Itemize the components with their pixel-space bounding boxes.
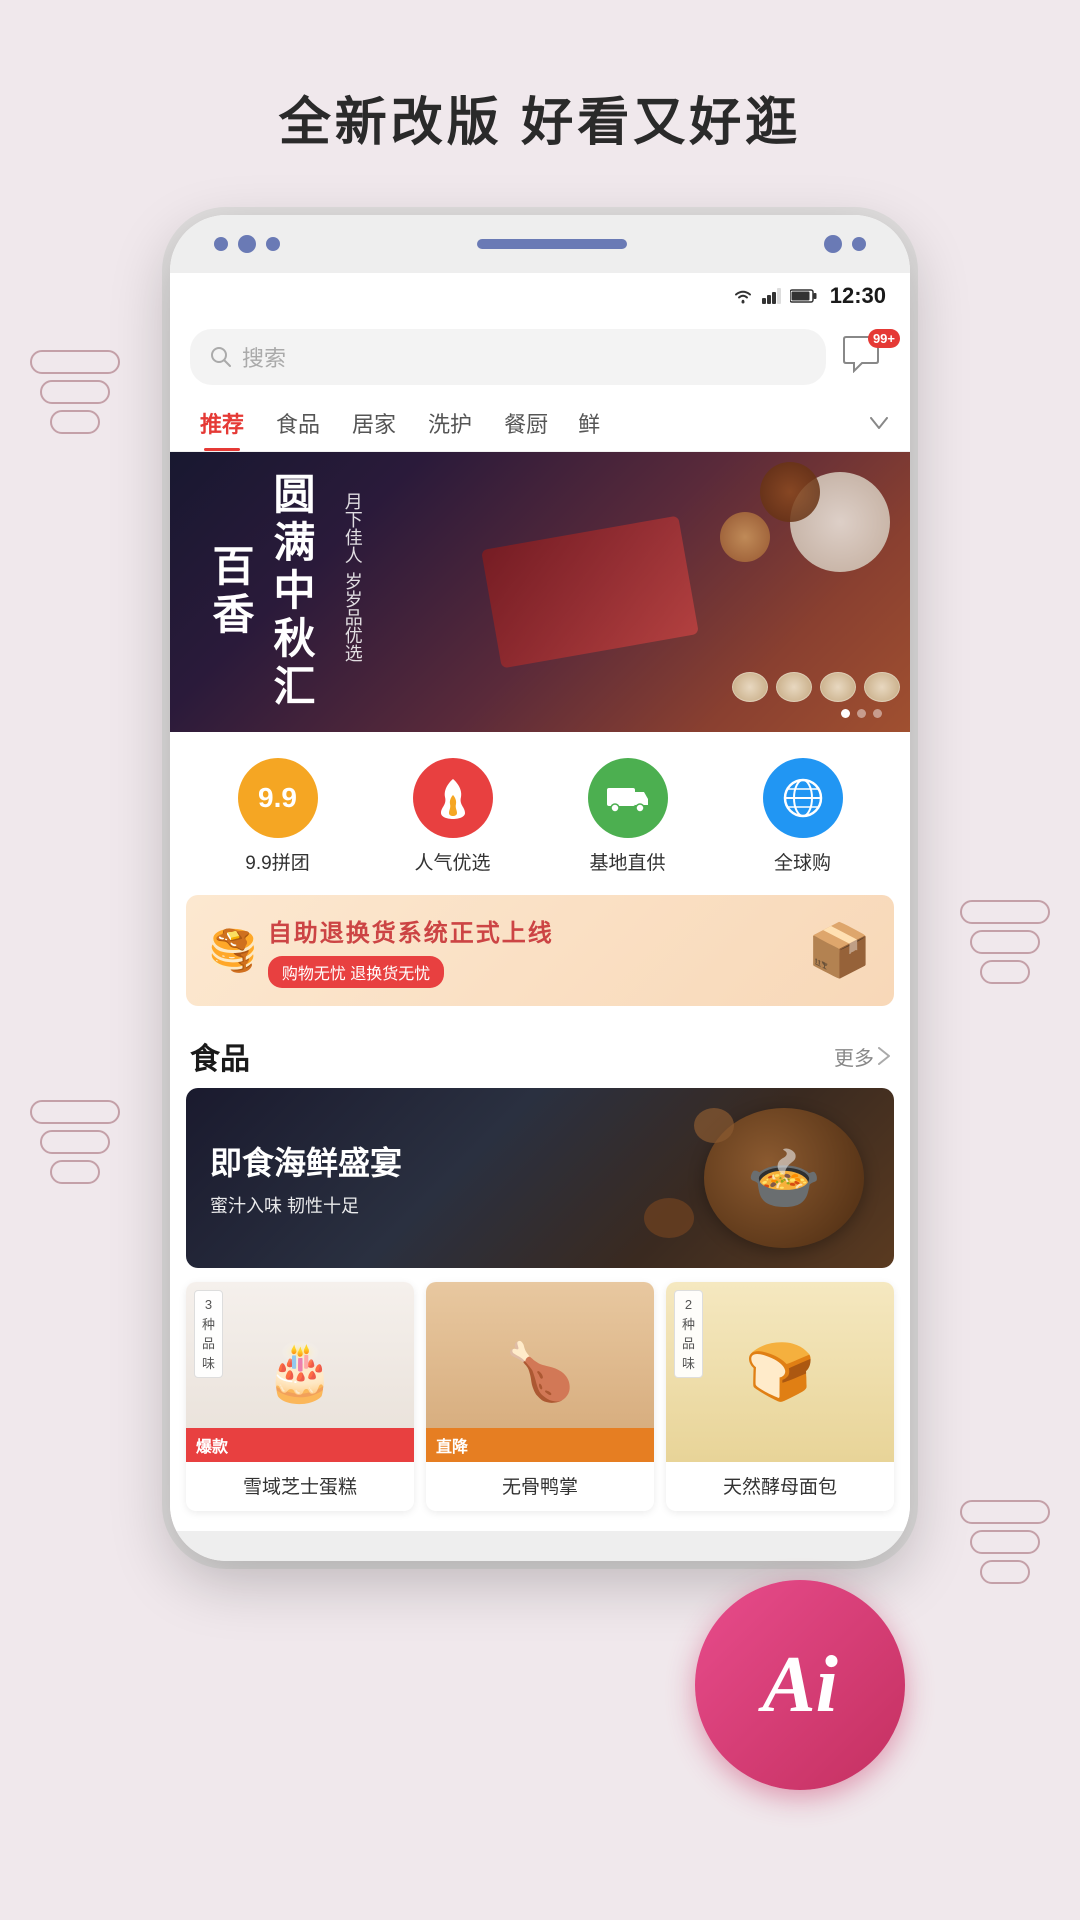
tab-fresh[interactable]: 鲜 [564,395,614,451]
banner-dot-1 [841,709,850,718]
deco-left-top [30,350,120,440]
promo-box-icon: 📦 [807,920,872,981]
phone-dot-1 [214,237,228,251]
variety-badge-cake: 3种品味 [194,1290,223,1378]
category-icon-direct [588,758,668,838]
promo-title: 自助退换货系统正式上线 [268,913,807,948]
product-image-bread: 🍞 2种品味 [666,1282,894,1462]
banner-sub-text1: 月下佳人 [338,492,367,564]
search-bar[interactable]: 搜索 [190,329,826,385]
banner-dot-2 [857,709,866,718]
product-name-cake: 雪域芝士蛋糕 [243,1477,357,1498]
signal-icon [762,288,782,304]
tab-kitchen[interactable]: 餐厨 [488,395,564,451]
food-banner-title: 即食海鲜盛宴 [210,1138,402,1184]
product-grid: 🎂 3种品味 爆款 雪域芝士蛋糕 🍗 直降 [170,1268,910,1531]
banner-sub-text2: 岁岁品优选 [338,572,367,662]
food-banner-text-area: 即食海鲜盛宴 蜜汁入味 韧性十足 [210,1138,402,1218]
cat-group-label: 9.9 [258,782,297,814]
search-placeholder-text: 搜索 [242,341,286,373]
tab-recommend[interactable]: 推荐 [184,395,260,451]
search-bar-container: 搜索 99+ [170,319,910,395]
banner[interactable]: 圆满中秋汇百香 月下佳人 岁岁品优选 [170,452,910,732]
product-name-duck: 无骨鸭掌 [502,1477,578,1498]
product-image-cake: 🎂 3种品味 爆款 [186,1282,414,1462]
variety-badge-bread: 2种品味 [674,1290,703,1378]
promo-subtitle-badge: 购物无忧 退换货无忧 [268,956,807,988]
banner-dots [841,709,882,718]
phone-dot-4 [824,235,842,253]
product-info-duck: 无骨鸭掌 [426,1462,654,1511]
phone-dot-2 [238,235,256,253]
product-info-bread: 天然酵母面包 [666,1462,894,1511]
category-label-direct: 基地直供 [589,848,665,875]
promo-banner[interactable]: 🥞 自助退换货系统正式上线 购物无忧 退换货无忧 📦 [186,895,894,1006]
globe-icon [781,776,825,820]
phone-speaker [477,239,627,249]
category-label-group: 9.9拼团 [245,848,309,875]
status-time: 12:30 [830,283,886,309]
search-icon [210,346,232,368]
ai-button-text: Ai [762,1640,838,1731]
promo-text-area: 自助退换货系统正式上线 购物无忧 退换货无忧 [268,913,807,988]
category-label-global: 全球购 [774,848,831,875]
badge-discount: 直降 [426,1428,654,1462]
ai-button[interactable]: Ai [695,1580,905,1790]
tab-home[interactable]: 居家 [336,395,412,451]
deco-right [960,900,1050,990]
banner-dot-3 [873,709,882,718]
message-button[interactable]: 99+ [840,335,890,379]
wifi-icon [732,287,754,305]
status-bar: 12:30 [170,273,910,319]
product-card-cake[interactable]: 🎂 3种品味 爆款 雪域芝士蛋糕 [186,1282,414,1511]
chevron-down-icon [870,417,888,429]
food-banner-subtitle: 蜜汁入味 韧性十足 [210,1192,402,1218]
message-badge: 99+ [868,329,900,348]
product-name-bread: 天然酵母面包 [723,1477,837,1498]
chevron-right-icon [878,1047,890,1065]
category-icon-global [763,758,843,838]
battery-icon [790,289,818,303]
badge-hot: 爆款 [186,1428,414,1462]
page-title: 全新改版 好看又好逛 [0,0,1080,215]
food-section-title: 食品 [190,1034,250,1078]
promo-coins-icon: 🥞 [208,927,258,974]
quick-categories: 9.9 9.9拼团 人气优选 [170,732,910,895]
fire-icon [435,777,471,819]
food-more-button[interactable]: 更多 [834,1042,890,1071]
deco-right-bottom [960,1500,1050,1590]
tab-more-button[interactable] [862,405,896,441]
phone-dot-5 [852,237,866,251]
phone-top-bar [170,215,910,273]
category-icon-group: 9.9 [238,758,318,838]
phone-bottom [170,1531,910,1561]
product-image-duck: 🍗 直降 [426,1282,654,1462]
category-item-global[interactable]: 全球购 [763,758,843,875]
category-item-group[interactable]: 9.9 9.9拼团 [238,758,318,875]
category-item-direct[interactable]: 基地直供 [588,758,668,875]
category-item-popular[interactable]: 人气优选 [413,758,493,875]
banner-main-text: 圆满中秋汇百香 [200,472,322,712]
category-label-popular: 人气优选 [414,848,490,875]
truck-icon [606,783,650,813]
banner-text-area: 圆满中秋汇百香 月下佳人 岁岁品优选 [200,472,367,712]
app-content: 12:30 搜索 99+ [170,273,910,1531]
product-info-cake: 雪域芝士蛋糕 [186,1462,414,1511]
deco-left-bottom [30,1100,120,1190]
food-section-header: 食品 更多 [170,1020,910,1088]
tab-wash[interactable]: 洗护 [412,395,488,451]
food-section-banner[interactable]: 即食海鲜盛宴 蜜汁入味 韧性十足 🍲 [186,1088,894,1268]
food-more-label: 更多 [834,1042,874,1071]
nav-tabs: 推荐 食品 居家 洗护 餐厨 鲜 [170,395,910,452]
product-card-bread[interactable]: 🍞 2种品味 天然酵母面包 [666,1282,894,1511]
banner-food-area [430,452,910,732]
phone-frame: 12:30 搜索 99+ [170,215,910,1561]
page-background: 全新改版 好看又好逛 [0,0,1080,1920]
category-icon-popular [413,758,493,838]
promo-subtitle-text: 购物无忧 退换货无忧 [268,956,444,988]
tab-food[interactable]: 食品 [260,395,336,451]
phone-dot-3 [266,237,280,251]
product-card-duck[interactable]: 🍗 直降 无骨鸭掌 [426,1282,654,1511]
